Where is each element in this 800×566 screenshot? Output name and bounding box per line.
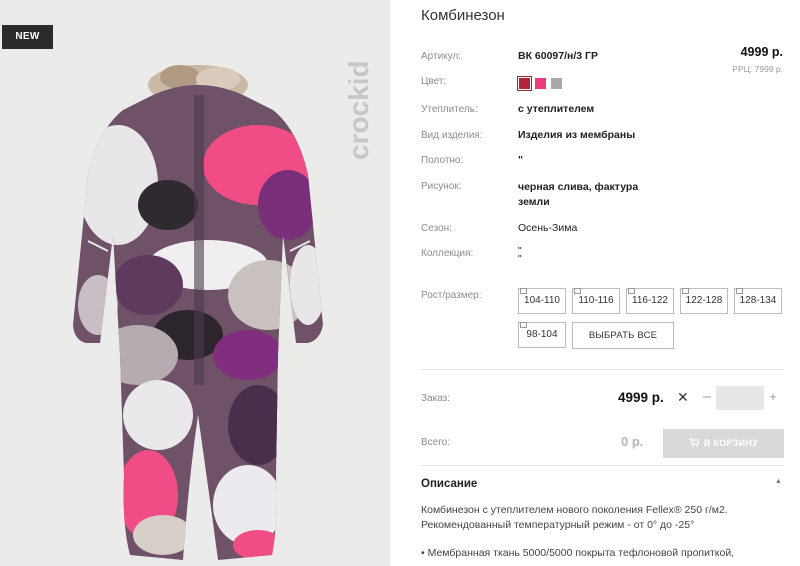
quantity-input[interactable]	[716, 386, 764, 410]
size-option[interactable]: 116-122	[626, 288, 674, 314]
quantity-decrease-button[interactable]: –	[700, 388, 714, 405]
color-label: Цвет:	[421, 76, 447, 87]
size-stock-icon	[520, 322, 527, 328]
product-rrp: РРЦ: 7999 р.	[732, 64, 783, 74]
size-option-label: 110-116	[578, 295, 614, 306]
total-value: 0 р.	[621, 434, 644, 449]
brand-logo: crockid	[343, 60, 374, 160]
size-stock-icon	[628, 288, 635, 294]
description-line: • Мембранная ткань 5000/5000 покрыта теф…	[421, 547, 735, 559]
size-option-label: 98-104	[526, 329, 558, 340]
size-option[interactable]: 128-134	[734, 288, 782, 314]
size-option[interactable]: 122-128	[680, 288, 728, 314]
divider	[421, 465, 784, 466]
size-option[interactable]: 110-116	[572, 288, 620, 314]
order-label: Заказ:	[421, 393, 451, 404]
size-option[interactable]: 98-104	[518, 322, 566, 348]
color-swatch-red[interactable]	[517, 76, 532, 91]
size-option[interactable]: 104-110	[518, 288, 566, 314]
article-value: ВК 60097/н/3 ГР	[518, 50, 598, 62]
quantity-increase-button[interactable]: +	[766, 389, 780, 404]
product-type-value: Изделия из мембраны	[518, 129, 636, 141]
cart-icon	[688, 438, 699, 447]
season-label: Сезон:	[421, 223, 452, 234]
product-title: Комбинезон	[421, 7, 505, 24]
size-option-label: 104-110	[524, 295, 560, 306]
pattern-label: Рисунок:	[421, 181, 462, 192]
description-line: Комбинезон с утеплителем нового поколени…	[421, 504, 728, 516]
size-stock-icon	[520, 288, 527, 294]
brand-logo-text: crockid	[343, 60, 374, 160]
product-type-label: Вид изделия:	[421, 130, 483, 141]
order-price: 4999 р.	[618, 390, 664, 405]
new-badge: NEW	[2, 25, 53, 49]
size-label: Рост/размер:	[421, 290, 482, 301]
fabric-label: Полотно:	[421, 155, 464, 166]
description-line: Рекомендованный температурный режим - от…	[421, 519, 695, 531]
insulation-label: Утеплитель:	[421, 104, 478, 115]
collapse-caret-icon[interactable]: ▲	[775, 478, 782, 485]
product-photo[interactable]: NEW crockid	[0, 0, 390, 566]
add-to-cart-label: В КОРЗИНУ	[703, 438, 759, 448]
color-swatch-pink[interactable]	[535, 78, 546, 89]
article-label: Артикул:	[421, 51, 462, 62]
divider	[421, 369, 784, 370]
size-option-label: 128-134	[739, 295, 777, 306]
add-to-cart-button[interactable]: В КОРЗИНУ	[663, 429, 784, 458]
description-title[interactable]: Описание	[421, 478, 477, 490]
pattern-value-line2: земли	[518, 196, 550, 208]
insulation-value: с утеплителем	[518, 103, 595, 115]
size-option-label: 122-128	[685, 295, 723, 306]
pattern-value-line1: черная слива, фактура	[518, 181, 639, 193]
select-all-sizes-button[interactable]: ВЫБРАТЬ ВСЕ	[572, 322, 674, 349]
size-stock-icon	[574, 288, 581, 294]
snowsuit-image	[73, 65, 323, 560]
collection-value-line2: "	[518, 253, 522, 265]
color-swatch-grey[interactable]	[551, 78, 562, 89]
season-value: Осень-Зима	[518, 222, 578, 234]
collection-label: Коллекция:	[421, 248, 474, 259]
product-price: 4999 р.	[740, 45, 783, 59]
size-option-label: 116-122	[632, 295, 668, 306]
total-label: Всего:	[421, 437, 450, 448]
size-stock-icon	[682, 288, 689, 294]
fabric-value: "	[518, 154, 523, 166]
size-stock-icon	[736, 288, 743, 294]
times-icon: ✕	[677, 389, 689, 405]
